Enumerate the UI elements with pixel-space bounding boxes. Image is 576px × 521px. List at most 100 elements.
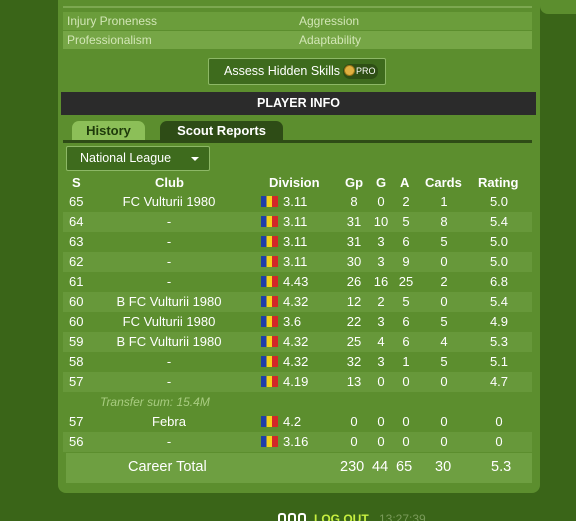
cell-division: 3.11 xyxy=(261,194,321,209)
career-total-games: 230 xyxy=(340,459,365,475)
cell-gp: 0 xyxy=(350,434,358,449)
footer-icons xyxy=(278,511,308,521)
cell-gp: 12 xyxy=(346,294,362,309)
cell-rating: 5.3 xyxy=(489,334,509,349)
cell-rating: 0 xyxy=(495,434,503,449)
cell-club: - xyxy=(166,354,172,369)
cell-cards: 0 xyxy=(440,294,448,309)
league-select-value: National League xyxy=(80,151,172,165)
cell-rating: 4.7 xyxy=(489,374,509,389)
header-cards: Cards xyxy=(425,175,462,190)
cell-cards: 2 xyxy=(440,274,448,289)
cell-cards: 8 xyxy=(440,214,448,229)
table-row: 60 FC Vulturii 1980 3.6 22 3 6 5 4.9 xyxy=(63,312,532,332)
cell-gp: 22 xyxy=(346,314,362,329)
division-value: 3.11 xyxy=(283,254,308,269)
page-background-left xyxy=(0,0,58,521)
transfer-note-row: Transfer sum: 15.4M xyxy=(63,393,532,412)
cell-a: 9 xyxy=(402,254,410,269)
cell-division: 4.32 xyxy=(261,294,321,309)
cell-s: 61 xyxy=(69,274,84,289)
cell-gp: 0 xyxy=(350,414,358,429)
cell-a: 25 xyxy=(398,274,414,289)
header-club: Club xyxy=(155,175,184,190)
division-value: 3.11 xyxy=(283,194,308,209)
table-row: 60 B FC Vulturii 1980 4.32 12 2 5 0 5.4 xyxy=(63,292,532,312)
divider xyxy=(63,6,532,8)
cell-g: 2 xyxy=(377,294,385,309)
cell-rating: 5.4 xyxy=(489,294,509,309)
cell-s: 56 xyxy=(69,434,84,449)
clock: 13:27:39 xyxy=(379,512,426,521)
cell-cards: 0 xyxy=(440,374,448,389)
tab-history[interactable]: History xyxy=(72,121,145,141)
romania-flag-icon xyxy=(261,416,278,427)
cell-club: B FC Vulturii 1980 xyxy=(116,334,222,349)
header-games: Gp xyxy=(345,175,364,190)
career-total-cards: 30 xyxy=(435,459,452,475)
cell-a: 0 xyxy=(402,434,410,449)
cell-division: 4.2 xyxy=(261,414,321,429)
cell-division: 4.43 xyxy=(261,274,321,289)
cell-gp: 30 xyxy=(346,254,362,269)
cell-club: - xyxy=(166,254,172,269)
cell-cards: 5 xyxy=(440,234,448,249)
lock-icon xyxy=(288,513,296,521)
assess-hidden-skills-button[interactable]: Assess Hidden Skills PRO xyxy=(208,58,386,85)
table-row: 59 B FC Vulturii 1980 4.32 25 4 6 4 5.3 xyxy=(63,332,532,352)
cell-division: 4.19 xyxy=(261,374,321,389)
romania-flag-icon xyxy=(261,276,278,287)
table-row: 61 - 4.43 26 16 25 2 6.8 xyxy=(63,272,532,292)
division-value: 4.43 xyxy=(283,274,309,289)
cell-gp: 26 xyxy=(346,274,362,289)
cell-club: - xyxy=(166,214,172,229)
cell-cards: 0 xyxy=(440,434,448,449)
cell-g: 3 xyxy=(377,234,385,249)
division-value: 3.11 xyxy=(283,234,308,249)
cell-s: 62 xyxy=(69,254,84,269)
cell-s: 57 xyxy=(69,374,84,389)
cell-cards: 5 xyxy=(440,354,448,369)
cell-a: 6 xyxy=(402,334,410,349)
pro-badge-label: PRO xyxy=(356,66,376,76)
cell-s: 60 xyxy=(69,314,84,329)
cell-division: 3.11 xyxy=(261,234,321,249)
tab-underline xyxy=(63,140,532,143)
division-value: 4.19 xyxy=(283,374,309,389)
cell-g: 0 xyxy=(377,374,385,389)
cell-a: 6 xyxy=(402,314,410,329)
pro-badge: PRO xyxy=(343,64,378,79)
romania-flag-icon xyxy=(261,216,278,227)
hidden-skills-row: Professionalism Adaptability xyxy=(63,31,532,49)
cell-division: 4.32 xyxy=(261,354,321,369)
cell-club: - xyxy=(166,234,172,249)
tab-scout-reports[interactable]: Scout Reports xyxy=(160,121,283,141)
table-row: 57 - 4.19 13 0 0 0 4.7 xyxy=(63,372,532,392)
table-row: 63 - 3.11 31 3 6 5 5.0 xyxy=(63,232,532,252)
cell-division: 4.32 xyxy=(261,334,321,349)
cell-a: 0 xyxy=(402,414,410,429)
cell-a: 0 xyxy=(402,374,410,389)
cell-cards: 1 xyxy=(440,194,448,209)
romania-flag-icon xyxy=(261,236,278,247)
cell-g: 3 xyxy=(377,314,385,329)
romania-flag-icon xyxy=(261,436,278,447)
league-select[interactable]: National League xyxy=(66,146,210,171)
cell-a: 5 xyxy=(402,294,410,309)
cell-club: FC Vulturii 1980 xyxy=(122,314,216,329)
cell-g: 10 xyxy=(373,214,389,229)
chevron-down-icon xyxy=(191,157,199,161)
header-division: Division xyxy=(269,175,320,190)
hidden-skill-label: Professionalism xyxy=(67,33,152,47)
header-goals: G xyxy=(376,175,387,190)
table-row: 57 Febra 4.2 0 0 0 0 0 xyxy=(63,412,532,432)
career-total-assists: 65 xyxy=(396,459,413,475)
cell-gp: 8 xyxy=(350,194,358,209)
cell-division: 3.11 xyxy=(261,254,321,269)
division-value: 4.32 xyxy=(283,334,309,349)
division-value: 4.32 xyxy=(283,354,309,369)
logout-link[interactable]: LOG OUT xyxy=(314,512,369,521)
table-row: 58 - 4.32 32 3 1 5 5.1 xyxy=(63,352,532,372)
division-value: 3.11 xyxy=(283,214,308,229)
cell-a: 5 xyxy=(402,214,410,229)
